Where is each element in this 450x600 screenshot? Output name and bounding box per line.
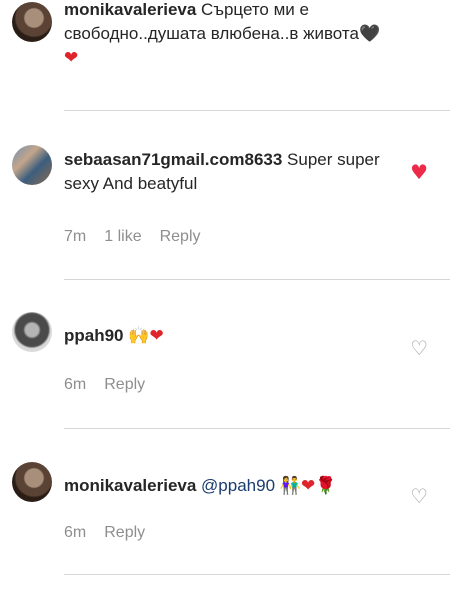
timestamp: 6m [64, 376, 87, 393]
red-heart-icon: ❤ [64, 48, 79, 68]
avatar[interactable] [12, 2, 52, 42]
heart-outline-icon[interactable]: ♡ [410, 336, 428, 360]
black-heart-icon: 🖤 [358, 24, 381, 44]
timestamp: 6m [64, 524, 87, 541]
red-heart-icon: ❤ [300, 476, 316, 496]
heart-filled-icon[interactable]: ♥ [410, 160, 428, 184]
username[interactable]: monikavalerieva [64, 476, 196, 495]
comment-meta: 7m 1 like Reply [64, 228, 219, 246]
username[interactable]: ppah90 [64, 326, 124, 345]
heart-outline-icon[interactable]: ♡ [410, 484, 428, 508]
comment-meta: 6m Reply [64, 376, 163, 394]
comment-text: monikavalerieva @ppah90 👫❤🌹 [64, 474, 394, 498]
divider [64, 279, 450, 280]
divider [64, 428, 450, 429]
reply-button[interactable]: Reply [104, 524, 145, 541]
comment-text: monikavalerieva Сърцето ми е свободно..д… [64, 0, 394, 70]
comment-text: sebaasan71gmail.com8633 Super super sexy… [64, 148, 394, 196]
couple-icon: 👫 [279, 476, 301, 496]
mention-link[interactable]: @ppah90 [201, 476, 275, 495]
rose-icon: 🌹 [315, 476, 337, 496]
raised-hands-icon: 🙌 [128, 326, 150, 346]
red-heart-icon: ❤ [149, 326, 164, 346]
comment-text: ppah90 🙌❤ [64, 324, 394, 348]
reply-button[interactable]: Reply [104, 376, 145, 393]
timestamp: 7m [64, 228, 87, 245]
divider [64, 574, 450, 575]
reply-button[interactable]: Reply [160, 228, 201, 245]
comment-meta: 6m Reply [64, 524, 163, 542]
avatar[interactable] [12, 312, 52, 352]
username[interactable]: sebaasan71gmail.com8633 [64, 150, 282, 169]
username[interactable]: monikavalerieva [64, 0, 196, 19]
divider [64, 110, 450, 111]
avatar[interactable] [12, 462, 52, 502]
avatar[interactable] [12, 145, 52, 185]
like-count[interactable]: 1 like [104, 228, 141, 245]
